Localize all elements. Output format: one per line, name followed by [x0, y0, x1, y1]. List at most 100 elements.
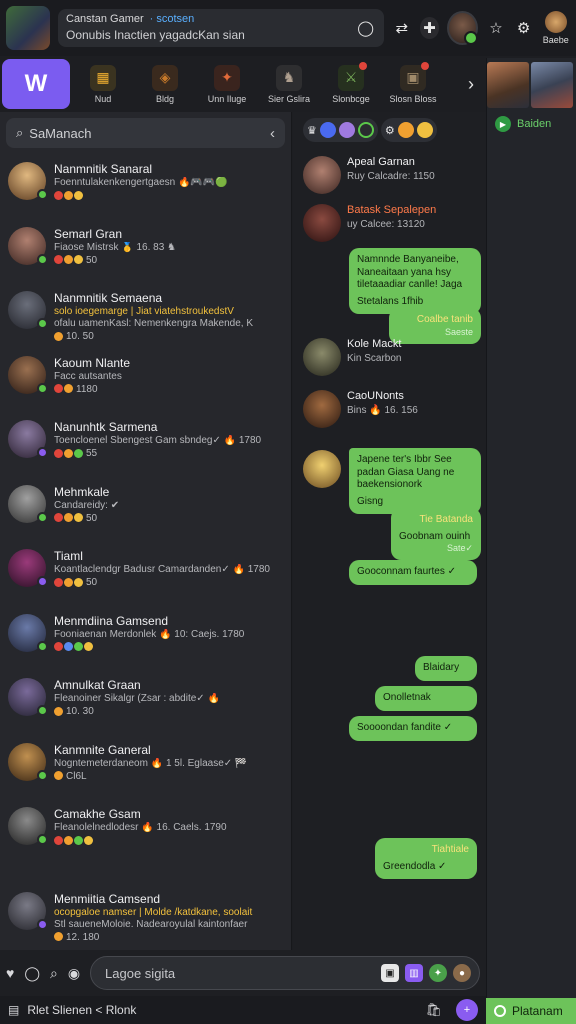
window-icon[interactable]: ▤ [8, 1003, 19, 1017]
online-indicator [37, 769, 48, 781]
preview-thumbnail[interactable] [531, 62, 573, 108]
platform-button[interactable]: Platanam [486, 998, 576, 1024]
conversation-item[interactable]: Menmdiina Gamsend Fooniaenan Merdonlek 🔥… [0, 606, 291, 671]
badge-icons [54, 384, 73, 394]
conversation-preview: Foenntulakenkengertgaesn 🔥🎮🎮🟢 [54, 177, 228, 188]
platform-label: Platanam [512, 1004, 563, 1018]
preview-status[interactable]: ▶ Baiden [487, 108, 576, 140]
filter-chip[interactable]: ⚙ [380, 118, 437, 142]
conversation-item[interactable]: Kanmnite Ganeral Nogntemeterdaneom 🔥 1 5… [0, 735, 291, 800]
circle-icon [494, 1005, 506, 1017]
chevron-left-icon[interactable]: ‹ [270, 125, 275, 142]
filter-icon[interactable]: ⇄ [392, 17, 412, 39]
add-button[interactable]: + [456, 999, 478, 1021]
gear-icon[interactable]: ⚙ [514, 17, 534, 39]
badge-icons [54, 513, 83, 523]
filter-chip[interactable]: ♛ [303, 118, 378, 142]
bubble-text: Blaidary [423, 662, 460, 673]
image-icon[interactable]: ▣ [381, 964, 399, 982]
chat-bubble[interactable]: Tiahtiale Greendodla ✓ [375, 838, 477, 879]
bubble-text: Tiahtiale [431, 844, 469, 855]
chat-icon[interactable]: ◯ [24, 965, 40, 982]
game-label: Sier Gslira [267, 93, 310, 104]
conversation-name: Semarl Gran [54, 226, 123, 241]
conversation-name: Nanmnitik Sanaral [54, 162, 153, 176]
conversation-item[interactable]: Nanmnitik Sanaral Foenntulakenkengertgae… [0, 154, 291, 219]
chat-message-row[interactable]: Batask Sepalepen uy Calcee: 13120 [303, 204, 436, 242]
conversation-preview: Koantlaclendgr Badusr Camardanden✓ 🔥 178… [54, 564, 270, 575]
chat-bubble[interactable]: Gooconnam faurtes ✓ [349, 560, 477, 585]
conversation-item[interactable]: Camakhe Gsam Fleanolelnedlodesr 🔥 16. Ca… [0, 799, 291, 864]
game-label: Slosn Bloss [389, 93, 437, 104]
footer-label: Rlet Slienen < Rlonk [27, 1003, 137, 1017]
search-placeholder: SaManach [29, 125, 92, 141]
conversation-meta-text: 55 [86, 448, 98, 459]
preview-thumbnail[interactable] [487, 62, 529, 108]
conversation-meta-text: 50 [86, 254, 98, 266]
heart-icon[interactable]: ♥ [6, 965, 14, 981]
game-tab-2[interactable]: ✦ Unn Iluge [198, 64, 256, 104]
chat-message-row[interactable]: CaoUNonts Bins 🔥 16. 156 [303, 390, 418, 428]
bubble-text: Tie Batanda [419, 514, 473, 525]
message-input[interactable]: Lagoe sigita ▣ ▥ ✦ ● [90, 956, 480, 990]
chat-bubble[interactable]: Onolletnak [375, 686, 477, 711]
now-playing-card[interactable]: Canstan Gamer · scotsen Oonubis Inactien … [58, 9, 384, 47]
chat-bubble[interactable]: Soooondan fandite ✓ [349, 716, 477, 741]
search-input[interactable]: ⌕ SaManach ‹ [6, 118, 285, 148]
conversation-preview: solo ioegemarge | Jiat viatehstroukedstV [54, 306, 234, 317]
top-name-sub: · scotsen [149, 13, 195, 25]
gif-icon[interactable]: ● [453, 964, 471, 982]
search-icon[interactable]: ⌕ [50, 965, 58, 982]
profile-button[interactable]: Baebe [541, 11, 570, 45]
conversation-item[interactable]: Nanmnitik Semaena solo ioegemarge | Jiat… [0, 283, 291, 348]
online-indicator [37, 918, 48, 930]
badge-icons [54, 255, 83, 265]
game-label: Nud [94, 93, 112, 104]
chat-panel: ♛ ⚙ Apeal Garnan Ruy Calcadre: 1150 Bata… [293, 112, 486, 950]
conversation-item[interactable]: Tiaml Koantlaclendgr Badusr Camardanden✓… [0, 541, 291, 606]
chat-bubble[interactable]: Tie Batanda Goobnam ouinh Sate✓ [391, 508, 481, 561]
conversation-item[interactable]: Amnulkat Graan Fleanoiner Sikalgr (Zsar … [0, 670, 291, 735]
channel-avatar[interactable] [6, 6, 50, 50]
search-icon: ⌕ [16, 125, 24, 140]
game-controller-icon[interactable]: ✚ [419, 17, 440, 39]
bubble-time: Sate✓ [446, 543, 473, 553]
chat-message-row[interactable]: Kole Mackt Kin Scarbon [303, 338, 401, 376]
game-tab-5[interactable]: ▣ Slosn Bloss [384, 61, 442, 104]
avatar [8, 226, 48, 265]
message-author: Apeal Garnan [347, 156, 415, 168]
bubble-time: Saeste [444, 326, 473, 337]
chat-bubble[interactable]: Japene ter's Ibbr See padan Giasa Uang n… [349, 448, 481, 514]
conversation-item[interactable]: Kaoum Nlante Facc autsantes 1180 [0, 348, 291, 413]
shop-bag-icon[interactable]: 🛍 [425, 1002, 442, 1018]
chevron-right-icon[interactable]: › [460, 74, 482, 95]
conversation-item[interactable]: Mehmkale Candareidy: ✔ 50 [0, 477, 291, 542]
app-root: Canstan Gamer · scotsen Oonubis Inactien … [0, 0, 576, 1024]
conversation-item[interactable]: Nanunhtk Sarmena Toencloenel Sbengest Ga… [0, 412, 291, 477]
chat-bubble-icon[interactable]: ◯ [357, 19, 374, 37]
game-tab-4[interactable]: ⚔ Slonbcge [322, 61, 380, 104]
avatar [8, 162, 48, 200]
top-name-text: Canstan Gamer [66, 13, 144, 25]
badge-icons [54, 706, 63, 716]
brand-logo-icon[interactable]: W [2, 59, 70, 109]
game-tab-0[interactable]: ▦ Nud [74, 64, 132, 104]
chat-message-row[interactable]: Apeal Garnan Ruy Calcadre: 1150 [303, 156, 435, 194]
game-icon: ◈ [152, 64, 178, 91]
game-icon: ♞ [276, 64, 302, 91]
emoji-icon[interactable]: ✦ [429, 964, 447, 982]
sticker-icon[interactable]: ▥ [405, 964, 423, 982]
crown-icon: ♛ [307, 124, 317, 137]
game-tab-3[interactable]: ♞ Sier Gslira [260, 64, 318, 104]
game-tab-1[interactable]: ◈ Bldg [136, 64, 194, 104]
discord-icon[interactable]: ◉ [68, 965, 80, 982]
user-avatar[interactable] [447, 11, 479, 45]
notification-dot [421, 61, 429, 70]
chat-bubble[interactable]: Blaidary [415, 656, 477, 681]
avatar [303, 450, 341, 488]
conversation-item[interactable]: Semarl Gran Fiaose Mistrsk 🥇 16. 83 ♞ 50 [0, 219, 291, 284]
chat-bubble[interactable]: Coalbe tanib Saeste [389, 308, 481, 344]
conversation-item[interactable]: Menmiitia Camsend ocopgaloe namser | Mol… [0, 884, 291, 949]
chat-bubble[interactable]: Namnnde Banyaneibe, Naneaitaan yana hsy … [349, 248, 481, 314]
star-icon[interactable]: ☆ [486, 17, 506, 39]
